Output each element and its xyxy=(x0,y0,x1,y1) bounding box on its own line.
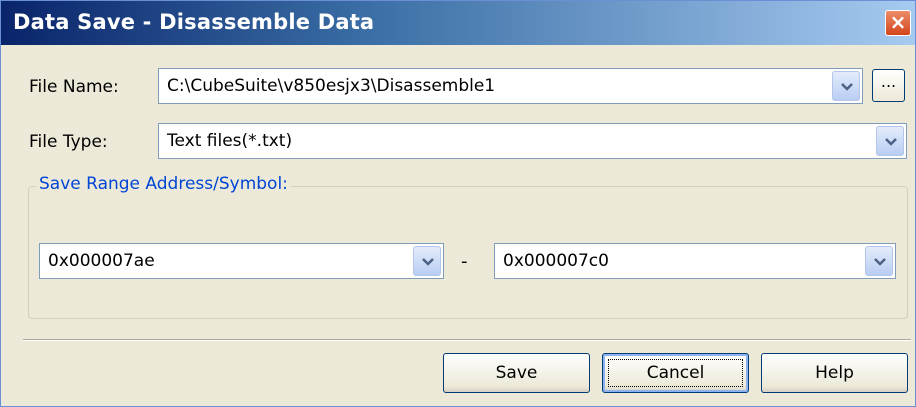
file-name-value: C:\CubeSuite\v850esjx3\Disassemble1 xyxy=(167,76,496,96)
chevron-down-icon xyxy=(841,83,853,91)
help-button[interactable]: Help xyxy=(761,353,908,393)
button-separator xyxy=(23,339,911,341)
save-button[interactable]: Save xyxy=(443,353,590,393)
save-range-group-title: Save Range Address/Symbol: xyxy=(36,174,291,194)
help-button-label: Help xyxy=(815,363,854,383)
save-button-label: Save xyxy=(495,363,538,383)
chevron-down-icon xyxy=(885,138,897,146)
dialog-title: Data Save - Disassemble Data xyxy=(13,10,375,34)
file-type-value: Text files(*.txt) xyxy=(167,131,293,151)
file-type-dropdown-button[interactable] xyxy=(876,126,904,156)
range-end-dropdown-button[interactable] xyxy=(865,246,893,276)
close-icon: × xyxy=(889,10,907,34)
range-start-value: 0x000007ae xyxy=(48,251,155,271)
range-separator: - xyxy=(461,251,468,272)
range-start-combobox[interactable]: 0x000007ae xyxy=(39,243,444,279)
close-button[interactable]: × xyxy=(885,10,911,36)
file-name-label: File Name: xyxy=(29,77,119,97)
file-type-combobox[interactable]: Text files(*.txt) xyxy=(158,123,907,159)
range-end-combobox[interactable]: 0x000007c0 xyxy=(494,243,896,279)
focus-ring xyxy=(608,359,743,387)
chevron-down-icon xyxy=(422,258,434,266)
range-end-value: 0x000007c0 xyxy=(503,251,609,271)
file-name-dropdown-button[interactable] xyxy=(832,71,860,101)
chevron-down-icon xyxy=(874,258,886,266)
data-save-dialog: Data Save - Disassemble Data × File Name… xyxy=(0,0,916,407)
browse-button[interactable]: ... xyxy=(872,69,905,102)
file-name-combobox[interactable]: C:\CubeSuite\v850esjx3\Disassemble1 xyxy=(158,68,863,104)
cancel-button[interactable]: Cancel xyxy=(602,353,749,393)
title-bar[interactable]: Data Save - Disassemble Data × xyxy=(1,1,915,45)
range-start-dropdown-button[interactable] xyxy=(413,246,441,276)
file-type-label: File Type: xyxy=(29,132,108,152)
